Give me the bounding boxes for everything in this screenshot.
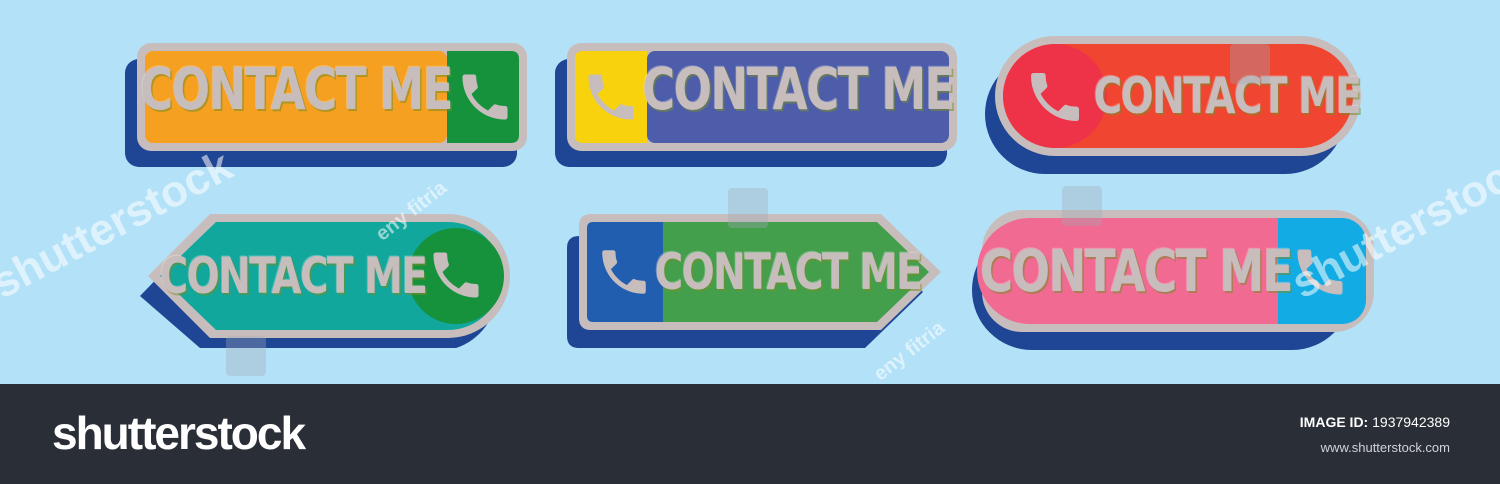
contact-me-button-red[interactable]: CONTACT ME xyxy=(985,36,1365,176)
watermark-logo-mark xyxy=(1062,186,1102,226)
image-id: IMAGE ID: 1937942389 xyxy=(1300,414,1450,430)
footer-bar: shutterstock IMAGE ID: 1937942389 www.sh… xyxy=(0,384,1500,484)
footer-url[interactable]: www.shutterstock.com xyxy=(1321,440,1450,455)
contact-me-button-green-arrow[interactable]: CONTACT ME xyxy=(565,210,950,350)
watermark-logo-mark xyxy=(226,336,266,376)
image-id-value: 1937942389 xyxy=(1372,414,1450,430)
contact-me-button-indigo[interactable]: CONTACT ME xyxy=(555,43,960,168)
watermark-logo-mark xyxy=(728,188,768,228)
footer-logo: shutterstock xyxy=(52,407,306,459)
contact-me-button-teal[interactable]: CONTACT ME xyxy=(138,210,518,350)
watermark-logo-mark xyxy=(1230,44,1270,84)
contact-me-button-orange[interactable]: CONTACT ME xyxy=(125,43,530,168)
buttons-canvas: CONTACT ME CONTACT ME CONTACT ME CONTACT… xyxy=(0,0,1500,385)
image-id-label: IMAGE ID: xyxy=(1299,414,1369,430)
